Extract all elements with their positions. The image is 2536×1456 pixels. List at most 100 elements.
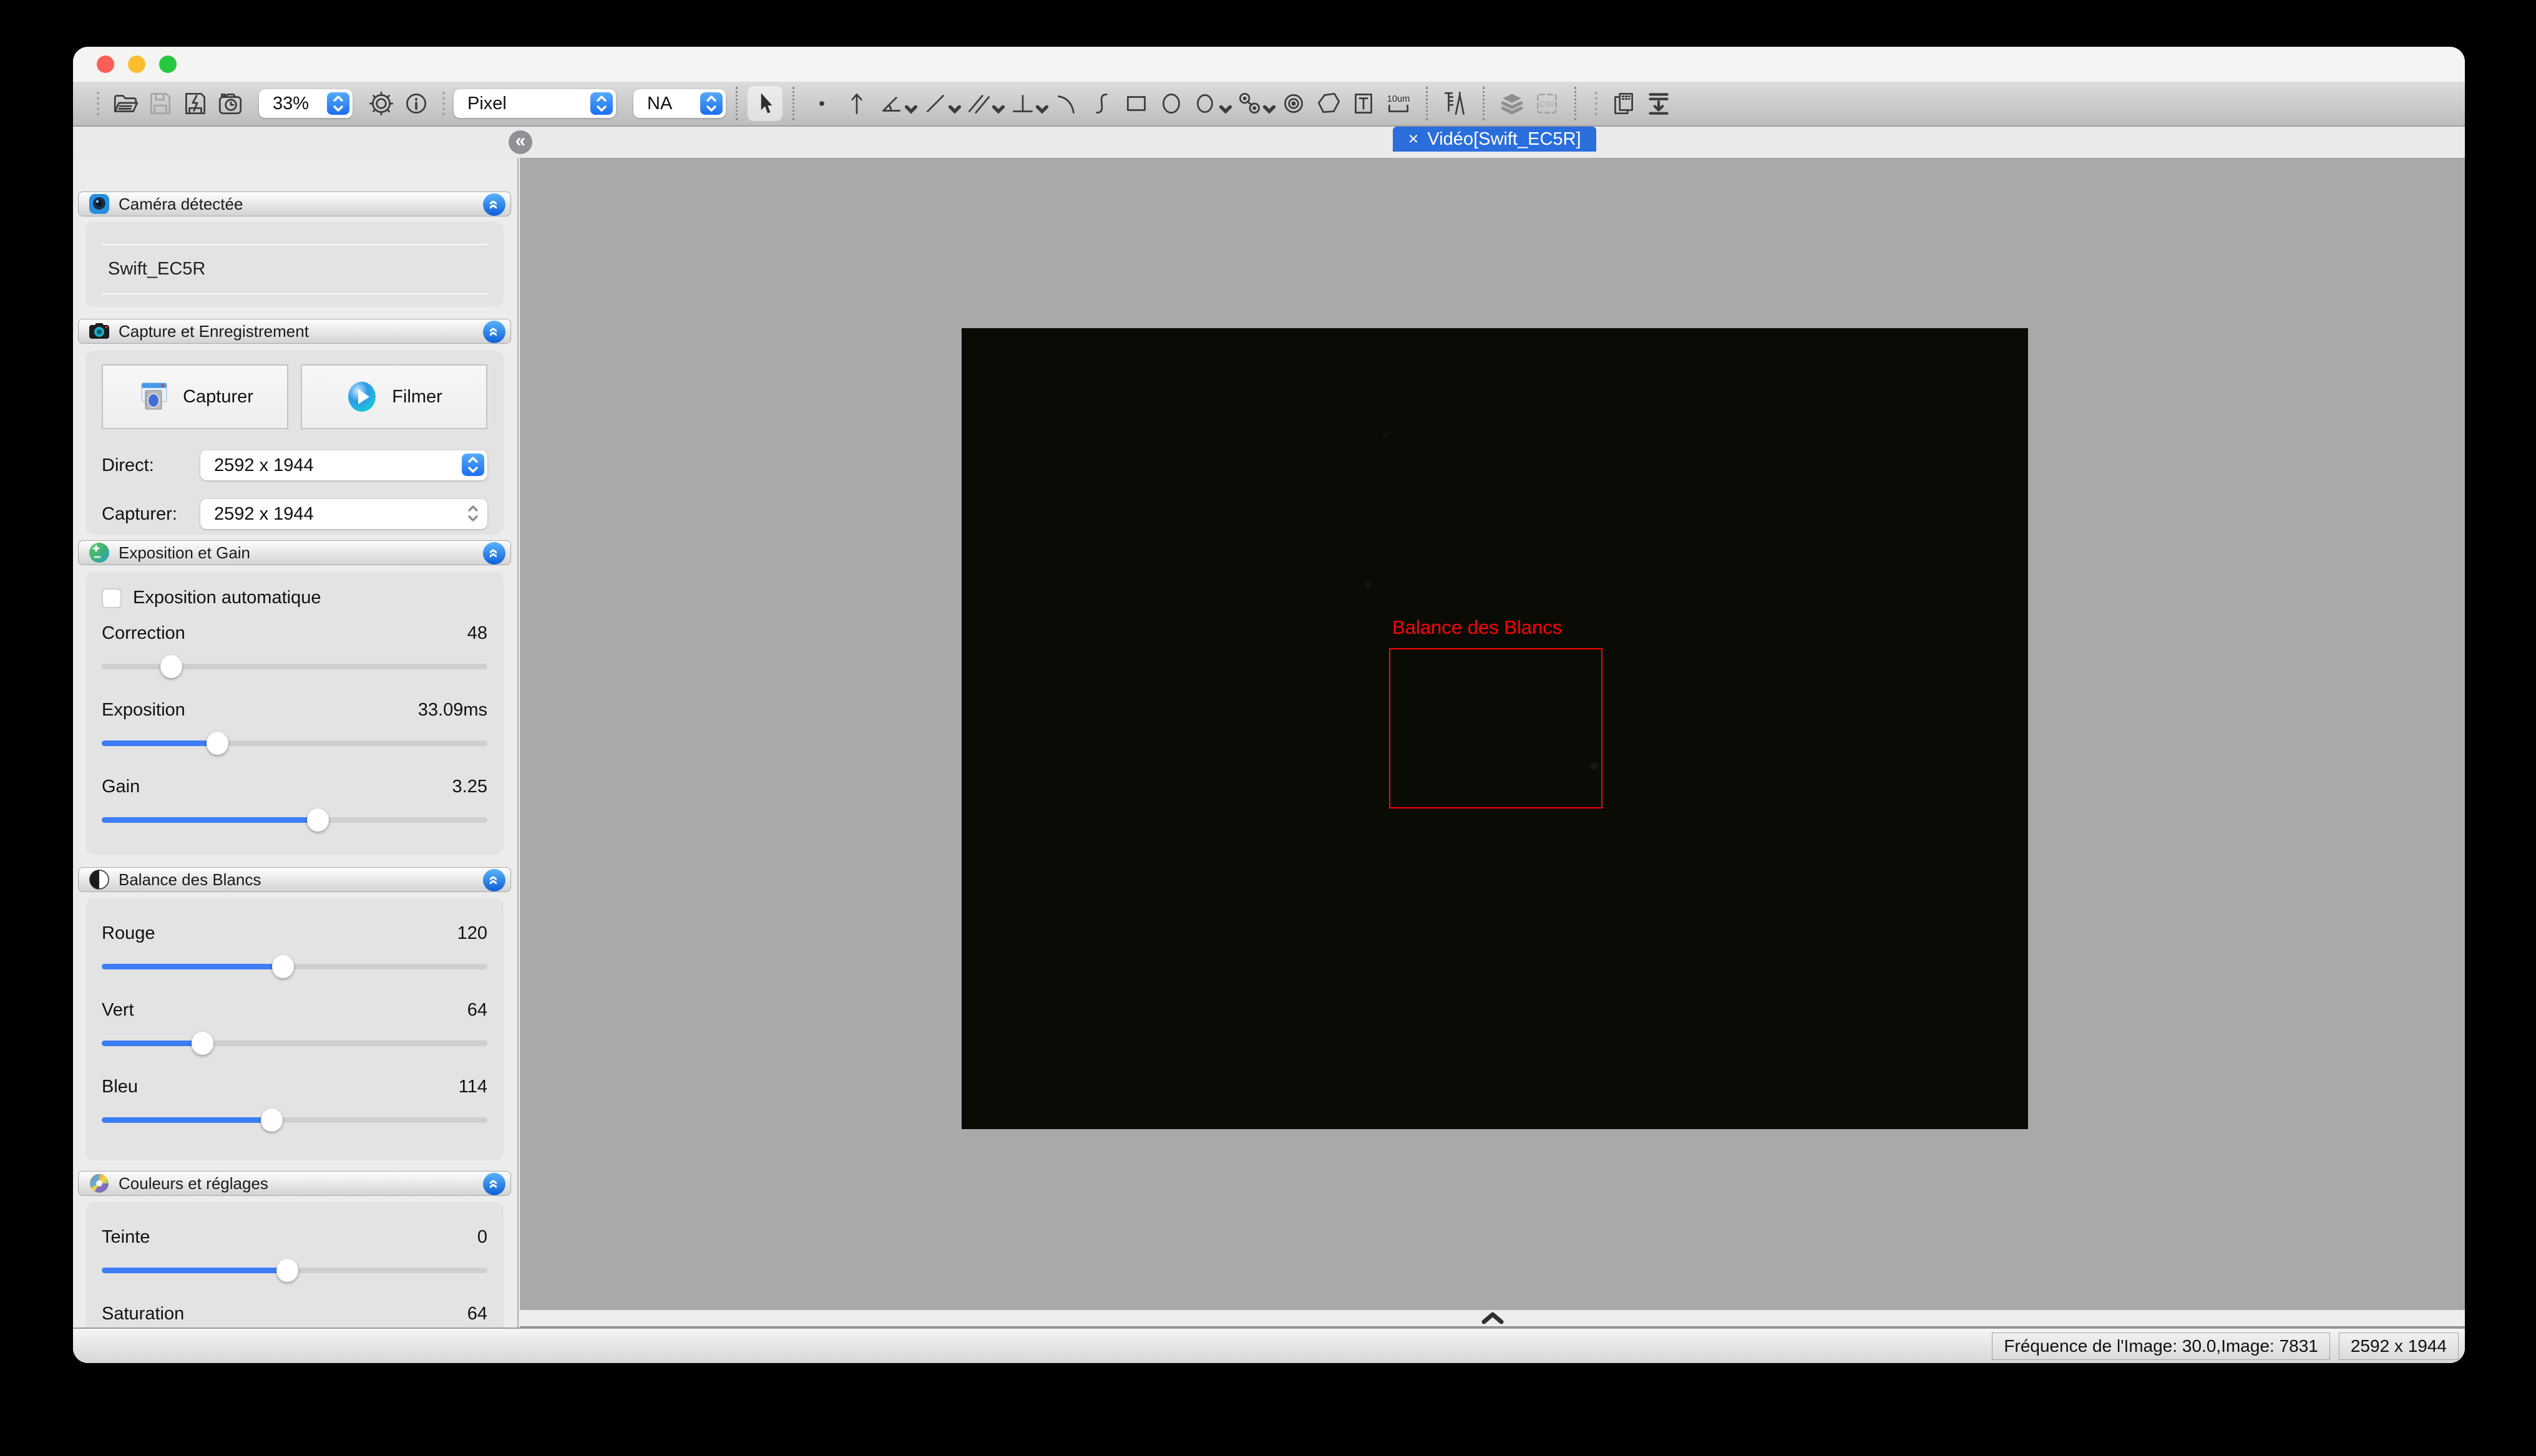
pointer-tool-icon[interactable] (748, 86, 783, 121)
bottom-panel-toggle[interactable] (520, 1310, 2465, 1327)
stepper-icon (590, 92, 613, 115)
curve-tool-icon[interactable] (1084, 86, 1119, 121)
arrow-tool-icon[interactable] (839, 86, 874, 121)
point-tool-icon[interactable] (804, 86, 839, 121)
tab-close-icon[interactable]: × (1408, 129, 1418, 150)
line-tool-group[interactable] (918, 86, 962, 121)
panel-title: Couleurs et réglages (119, 1174, 268, 1193)
svg-text:CSV: CSV (1539, 101, 1554, 109)
polygon-tool-icon[interactable] (1311, 86, 1346, 121)
slider-thumb[interactable] (160, 655, 182, 678)
toolbar-drag-handle (442, 92, 445, 115)
rectangle-tool-icon[interactable] (1119, 86, 1154, 121)
red-slider[interactable] (102, 954, 487, 979)
annulus-tool-group[interactable] (1232, 86, 1276, 121)
save-icon[interactable] (143, 86, 178, 121)
sidebar: Caméra détectée « Swift_EC5R Capture et … (73, 158, 519, 1327)
capture-res-label: Capturer: (102, 504, 200, 525)
hue-slider[interactable] (102, 1258, 487, 1283)
panel-capture: Capture et Enregistrement « Ca (73, 319, 516, 535)
exposure-slider[interactable] (102, 730, 487, 755)
panel-wb-header[interactable]: Balance des Blancs « (78, 867, 511, 892)
toolbar-separator (1574, 87, 1576, 120)
sidebar-collapse-button[interactable]: « (509, 130, 532, 154)
live-video-frame[interactable]: Balance des Blancs (962, 328, 2028, 1129)
slider-value: 64 (467, 1000, 487, 1021)
auto-exposure-checkbox[interactable] (102, 588, 122, 608)
chevron-up-icon: « (484, 548, 504, 558)
timed-capture-icon[interactable] (213, 86, 248, 121)
slider-thumb[interactable] (307, 808, 329, 832)
unit-select[interactable]: Pixel (454, 89, 616, 118)
collapse-panel-button[interactable]: « (483, 193, 505, 216)
duplicate-icon[interactable] (1606, 86, 1641, 121)
panel-title: Balance des Blancs (119, 870, 261, 890)
open-icon[interactable] (108, 86, 143, 121)
slider-label: Exposition (102, 700, 185, 721)
collapse-panel-button[interactable]: « (483, 869, 505, 891)
slider-thumb[interactable] (207, 732, 228, 755)
slider-thumb[interactable] (192, 1032, 213, 1055)
stepper-icon (462, 454, 484, 476)
panel-camera-header[interactable]: Caméra détectée « (78, 192, 511, 216)
export-csv-icon[interactable]: CSV (1529, 86, 1564, 121)
correction-slider[interactable] (102, 654, 487, 679)
scale-bar-tool-icon[interactable]: 10um (1381, 86, 1416, 121)
blue-slider[interactable] (102, 1107, 487, 1132)
toolbar-separator (736, 87, 738, 120)
text-tool-icon[interactable] (1346, 86, 1381, 121)
na-select[interactable]: NA (633, 89, 726, 118)
circle-variants-tool-group[interactable] (1189, 86, 1232, 121)
concentric-circles-tool-icon[interactable] (1276, 86, 1311, 121)
quick-save-icon[interactable] (178, 86, 213, 121)
parallel-lines-tool-group[interactable] (962, 86, 1005, 121)
exposure-icon (89, 542, 110, 563)
slider-thumb[interactable] (272, 955, 294, 978)
camera-device-item[interactable]: Swift_EC5R (102, 244, 487, 294)
zoom-window-button[interactable] (159, 56, 177, 73)
image-canvas[interactable]: Balance des Blancs (520, 158, 2465, 1327)
auto-exposure-label: Exposition automatique (133, 588, 321, 608)
slider-fill (102, 740, 217, 746)
play-orb-icon (346, 381, 378, 413)
chevron-up-icon (1479, 1311, 1506, 1325)
settings-gear-icon[interactable] (364, 86, 399, 121)
capture-resolution-select[interactable]: 2592 x 1944 (200, 499, 487, 529)
wb-region-rect[interactable] (1389, 648, 1602, 808)
panel-title: Caméra détectée (119, 195, 243, 214)
minimize-window-button[interactable] (128, 56, 145, 73)
green-slider[interactable] (102, 1031, 487, 1056)
slider-thumb[interactable] (276, 1259, 298, 1282)
layers-icon[interactable] (1495, 86, 1529, 121)
export-icon[interactable] (1641, 86, 1676, 121)
webcam-icon (89, 193, 110, 215)
capture-button[interactable]: Capturer (102, 364, 288, 429)
panel-capture-header[interactable]: Capture et Enregistrement « (78, 319, 511, 344)
close-window-button[interactable] (97, 56, 114, 73)
slider-label: Teinte (102, 1227, 150, 1248)
gain-slider[interactable] (102, 807, 487, 832)
record-button[interactable]: Filmer (301, 364, 487, 429)
calibrate-icon[interactable] (1438, 86, 1473, 121)
panel-colors-header[interactable]: Couleurs et réglages « (78, 1171, 511, 1196)
direct-resolution-select[interactable]: 2592 x 1944 (200, 450, 487, 480)
slider-label: Vert (102, 1000, 134, 1021)
angle-tool-group[interactable] (874, 86, 918, 121)
arc-tool-icon[interactable] (1049, 86, 1084, 121)
ellipse-tool-icon[interactable] (1154, 86, 1189, 121)
slider-label: Correction (102, 623, 185, 644)
stepper-icon (327, 92, 349, 115)
perpendicular-tool-group[interactable] (1005, 86, 1049, 121)
na-value: NA (647, 94, 672, 114)
slider-thumb[interactable] (261, 1109, 283, 1132)
collapse-panel-button[interactable]: « (483, 542, 505, 565)
panel-exposure-header[interactable]: Exposition et Gain « (78, 540, 511, 565)
collapse-panel-button[interactable]: « (483, 321, 505, 343)
slider-label: Saturation (102, 1304, 184, 1324)
resolution-cell: 2592 x 1944 (2339, 1332, 2459, 1360)
zoom-level-select[interactable]: 33% (259, 89, 353, 118)
info-icon[interactable] (399, 86, 434, 121)
tab-video[interactable]: × Vidéo[Swift_EC5R] (1393, 127, 1596, 152)
toolbar-separator (1483, 87, 1485, 120)
collapse-panel-button[interactable]: « (483, 1173, 505, 1195)
